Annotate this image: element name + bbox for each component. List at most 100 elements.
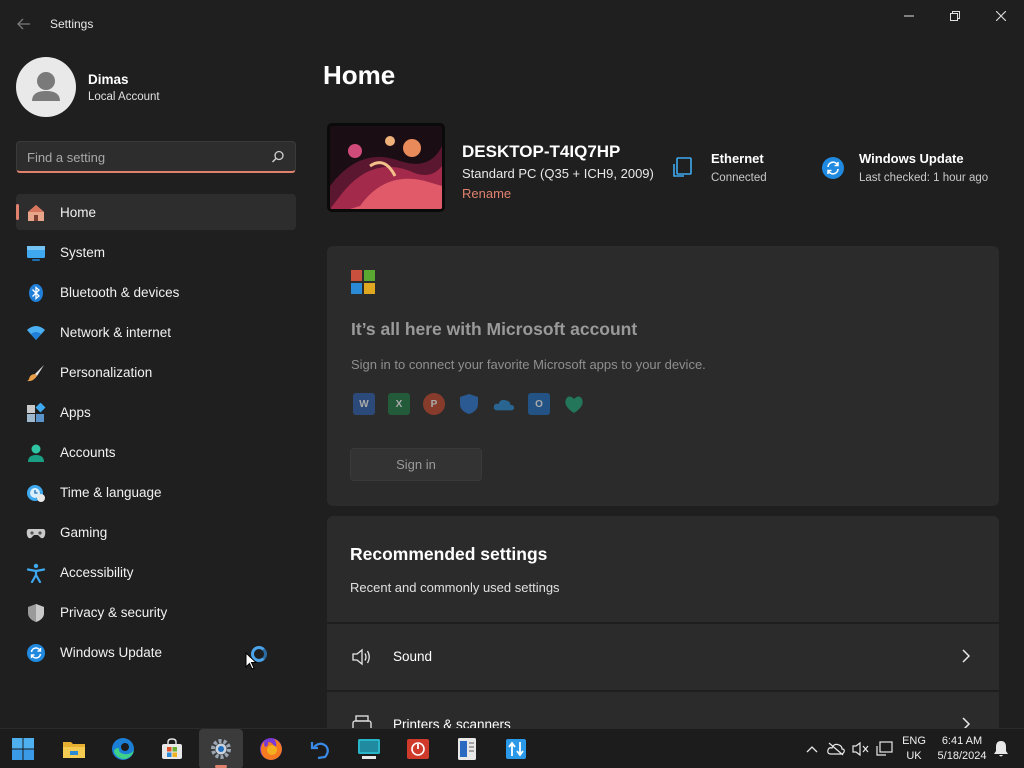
sidebar-item-accessibility[interactable]: Accessibility xyxy=(16,554,296,590)
chevron-right-icon xyxy=(962,717,971,728)
sidebar-item-label: Windows Update xyxy=(60,645,163,660)
app-title: Settings xyxy=(50,17,94,31)
network-status-subtitle: Connected xyxy=(711,172,767,184)
taskbar-clock[interactable]: 6:41 AM 5/18/2024 xyxy=(932,734,992,764)
onedrive-tray-button[interactable] xyxy=(827,740,845,758)
network-tray-button[interactable] xyxy=(876,740,894,758)
taskbar-store[interactable] xyxy=(150,729,194,768)
sidebar-item-accounts[interactable]: Accounts xyxy=(16,434,296,470)
show-hidden-icons-button[interactable] xyxy=(803,740,821,758)
family-icon xyxy=(563,393,585,415)
sidebar-item-bluetooth-devices[interactable]: Bluetooth & devices xyxy=(16,274,296,310)
restore-button[interactable] xyxy=(932,0,978,32)
sidebar-item-label: Accessibility xyxy=(60,565,134,580)
notifications-button[interactable] xyxy=(992,740,1010,758)
update-status-title[interactable]: Windows Update xyxy=(859,151,964,166)
ethernet-icon[interactable] xyxy=(672,156,696,180)
defender-icon xyxy=(458,393,480,415)
clock-globe-icon xyxy=(26,483,46,503)
sidebar-item-label: Time & language xyxy=(60,485,162,500)
brush-icon xyxy=(26,363,46,383)
settings-icon xyxy=(211,739,231,759)
recommended-title: Recommended settings xyxy=(350,544,548,564)
taskbar-undo-app[interactable] xyxy=(298,729,342,768)
search-icon[interactable] xyxy=(271,150,285,164)
ms-account-subtitle: Sign in to connect your favorite Microso… xyxy=(351,357,706,372)
search-input[interactable] xyxy=(17,142,257,172)
speaker-icon xyxy=(352,648,370,666)
taskbar-settings[interactable] xyxy=(199,729,243,768)
volume-tray-button[interactable] xyxy=(852,740,870,758)
recommended-item-printers[interactable]: Printers & scanners xyxy=(327,692,999,728)
windows-update-icon[interactable] xyxy=(821,156,845,180)
recommended-subtitle: Recent and commonly used settings xyxy=(350,580,560,595)
powerpoint-icon: P xyxy=(423,393,445,415)
sidebar-item-time-language[interactable]: Time & language xyxy=(16,474,296,510)
sidebar-nav: Home System Bluetooth & devices Network … xyxy=(16,194,296,674)
sidebar-item-system[interactable]: System xyxy=(16,234,296,270)
update-icon xyxy=(26,643,46,663)
sidebar-item-label: Accounts xyxy=(60,445,116,460)
input-language-indicator[interactable]: ENG UK xyxy=(902,734,926,764)
device-name: DESKTOP-T4IQ7HP xyxy=(462,142,621,161)
network-status-title[interactable]: Ethernet xyxy=(711,151,764,166)
taskbar-firefox[interactable] xyxy=(249,729,293,768)
store-icon xyxy=(162,738,182,759)
language-region: UK xyxy=(906,750,922,762)
recommended-settings-card: Recommended settings Recent and commonly… xyxy=(327,516,999,622)
printer-icon xyxy=(352,715,372,728)
back-button[interactable] xyxy=(12,12,36,36)
sidebar-item-privacy-security[interactable]: Privacy & security xyxy=(16,594,296,630)
sidebar-item-home[interactable]: Home xyxy=(16,194,296,230)
chevron-up-icon xyxy=(806,746,818,753)
arrow-left-icon xyxy=(17,18,30,30)
close-button[interactable] xyxy=(978,0,1024,32)
rename-link[interactable]: Rename xyxy=(462,186,511,201)
microsoft-account-card: It’s all here with Microsoft account Sig… xyxy=(327,246,999,506)
bluetooth-icon xyxy=(26,283,46,303)
start-icon xyxy=(12,738,34,760)
power-app-icon xyxy=(407,739,429,759)
restore-icon xyxy=(950,11,960,21)
firefox-icon xyxy=(260,738,282,760)
excel-icon: X xyxy=(388,393,410,415)
person-icon xyxy=(26,443,46,463)
sidebar-item-apps[interactable]: Apps xyxy=(16,394,296,430)
transfer-app-icon xyxy=(506,739,526,759)
taskbar-transfer-app[interactable] xyxy=(494,729,538,768)
minimize-button[interactable] xyxy=(886,0,932,32)
taskbar-notepad-app[interactable] xyxy=(445,729,489,768)
minimize-icon xyxy=(904,15,914,17)
recommended-item-sound[interactable]: Sound xyxy=(327,624,999,690)
apps-icon xyxy=(26,403,46,423)
edge-icon xyxy=(112,738,134,760)
person-icon xyxy=(32,72,60,101)
taskbar-file-explorer[interactable] xyxy=(52,729,96,768)
sign-in-button[interactable]: Sign in xyxy=(350,448,482,481)
taskbar-remote-desktop[interactable] xyxy=(347,729,391,768)
file-explorer-icon xyxy=(63,742,85,758)
wallpaper-image xyxy=(330,126,442,209)
volume-muted-icon xyxy=(852,741,869,757)
profile-name: Dimas xyxy=(88,72,129,87)
sidebar-item-network[interactable]: Network & internet xyxy=(16,314,296,350)
clock-time: 6:41 AM xyxy=(941,735,983,747)
avatar xyxy=(16,57,76,117)
start-button[interactable] xyxy=(1,729,45,768)
search-box xyxy=(16,141,296,173)
cloud-offline-icon xyxy=(827,742,845,756)
taskbar-edge[interactable] xyxy=(101,729,145,768)
microsoft-logo-icon xyxy=(351,270,375,294)
sidebar-item-label: Personalization xyxy=(60,365,153,380)
sidebar-item-gaming[interactable]: Gaming xyxy=(16,514,296,550)
word-icon: W xyxy=(353,393,375,415)
language-code: ENG xyxy=(902,735,926,747)
recommended-item-label: Sound xyxy=(393,649,433,664)
taskbar: ENG UK 6:41 AM 5/18/2024 xyxy=(0,728,1024,768)
profile-account-type: Local Account xyxy=(88,91,160,103)
device-model: Standard PC (Q35 + ICH9, 2009) xyxy=(462,166,654,181)
taskbar-power-app[interactable] xyxy=(396,729,440,768)
shield-icon xyxy=(26,603,46,623)
sidebar-item-personalization[interactable]: Personalization xyxy=(16,354,296,390)
device-wallpaper-thumbnail[interactable] xyxy=(327,123,445,212)
